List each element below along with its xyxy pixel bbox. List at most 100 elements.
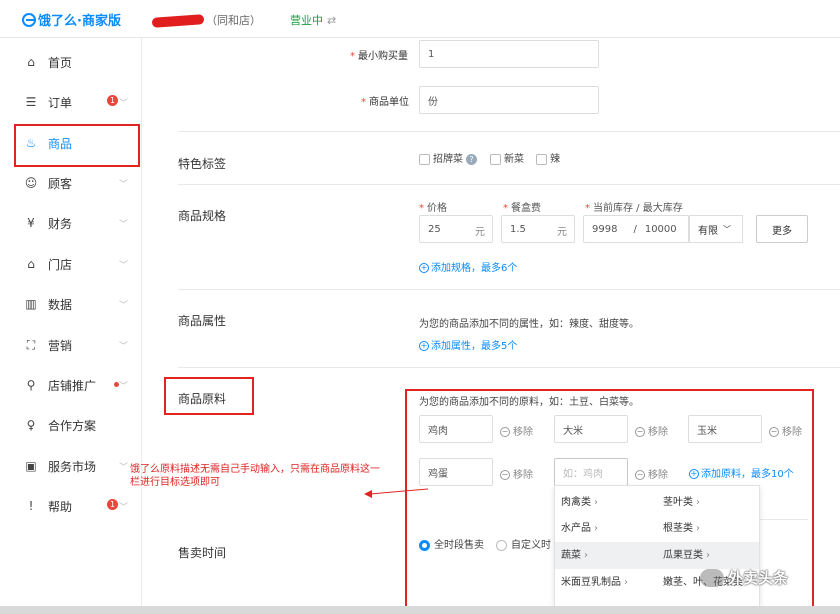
chevron-down-icon: ﹀: [118, 382, 128, 392]
remove-egg[interactable]: − 移除: [500, 466, 533, 481]
data-icon: ▥: [25, 297, 37, 311]
material-input-rice[interactable]: 大米: [554, 415, 628, 443]
minus-circle-icon: −: [635, 470, 645, 480]
sidebar-item-finance[interactable]: ¥ 财务 ﹀: [0, 203, 142, 243]
shop-name[interactable]: （同和店）: [151, 12, 261, 28]
attr-label: 商品属性: [178, 314, 227, 328]
home-icon: ⌂: [27, 55, 35, 69]
stock-input[interactable]: 9998/10000: [583, 215, 689, 243]
bottom-scrollbar[interactable]: [0, 606, 840, 614]
add-attr-link[interactable]: + 添加属性，最多5个: [419, 337, 517, 352]
chevron-down-icon: ﹀: [118, 99, 128, 109]
help-icon: !: [28, 499, 34, 513]
chevron-down-icon: ﹀: [118, 180, 128, 190]
stock-limit-select[interactable]: 有限 ﹀: [689, 215, 743, 243]
order-badge: 1: [107, 95, 118, 106]
remove-chicken[interactable]: − 移除: [500, 423, 533, 438]
sale-time-all-radio[interactable]: 全时段售卖: [419, 536, 484, 551]
radio[interactable]: [496, 539, 507, 551]
chevron-right-icon: ›: [624, 577, 628, 588]
chevron-down-icon: ﹀: [723, 224, 731, 234]
minus-circle-icon: −: [635, 427, 645, 437]
add-material-link[interactable]: + 添加原料，最多10个: [689, 465, 794, 480]
dropdown-item[interactable]: 瓜果豆类 ›: [657, 543, 710, 569]
remove-rice[interactable]: − 移除: [635, 423, 668, 438]
sidebar-item-help[interactable]: ! 帮助 1 ﹀: [0, 486, 142, 526]
chevron-down-icon: ﹀: [118, 261, 128, 271]
divider: [178, 131, 840, 132]
watermark: 外卖头条: [700, 567, 788, 588]
material-input-corn[interactable]: 玉米: [688, 415, 762, 443]
sidebar-item-data[interactable]: ▥ 数据 ﹀: [0, 284, 142, 324]
business-status[interactable]: 营业中 ⇄: [290, 12, 336, 28]
material-desc: 为您的商品添加不同的原料，如：土豆、白菜等。: [419, 397, 639, 408]
remove-corn[interactable]: − 移除: [769, 423, 802, 438]
dropdown-item[interactable]: 肉禽类 ›: [555, 490, 598, 516]
unit-input[interactable]: 份: [419, 86, 599, 114]
bulb-icon: ♀: [26, 418, 36, 432]
material-input-egg[interactable]: 鸡蛋: [419, 458, 493, 486]
checkbox[interactable]: [490, 153, 501, 165]
material-input-chicken[interactable]: 鸡肉: [419, 415, 493, 443]
tag-signature[interactable]: 招牌菜?: [419, 150, 477, 165]
finance-icon: ¥: [27, 216, 35, 230]
swap-icon[interactable]: ⇄: [327, 14, 336, 27]
divider: [178, 367, 840, 368]
divider: [178, 184, 840, 185]
price-input[interactable]: 25 元: [419, 215, 493, 243]
divider: [760, 519, 808, 520]
annotation-arrow: [364, 488, 429, 498]
chevron-down-icon: ﹀: [118, 463, 128, 473]
dropdown-item[interactable]: 根茎类 ›: [657, 516, 700, 542]
sidebar-item-promote[interactable]: ⚲ 店铺推广 ﹀: [0, 365, 142, 405]
more-button[interactable]: 更多: [756, 215, 808, 243]
material-category-dropdown[interactable]: 肉禽类› 水产品› 蔬菜› 米面豆乳制品› 茎叶类› 根茎类› 瓜果豆类› 嫩茎…: [554, 485, 760, 607]
sidebar-item-market[interactable]: ▣ 服务市场 ﹀: [0, 446, 142, 486]
help-circle-icon[interactable]: ?: [466, 153, 477, 165]
material-label: 商品原料: [178, 392, 227, 406]
add-spec-link[interactable]: + 添加规格，最多6个: [419, 259, 517, 274]
sale-time-custom-radio[interactable]: 自定义时: [496, 536, 551, 551]
chevron-right-icon: ›: [584, 550, 588, 561]
min-qty-label: * 最小购买量: [350, 51, 408, 62]
tags-label: 特色标签: [178, 157, 227, 171]
sidebar-item-marketing[interactable]: ⛶ 营销 ﹀: [0, 325, 142, 365]
tag-spicy[interactable]: 辣: [536, 150, 560, 165]
remove-new[interactable]: − 移除: [635, 466, 668, 481]
tag-new[interactable]: 新菜: [490, 150, 524, 165]
chevron-down-icon: ﹀: [118, 503, 128, 513]
box-fee-label: * 餐盒费: [503, 203, 541, 214]
minus-circle-icon: −: [500, 427, 510, 437]
box-fee-input[interactable]: 1.5 元: [501, 215, 575, 243]
top-bar: 饿了么·商家版 （同和店） 营业中 ⇄: [0, 0, 840, 38]
dropdown-item[interactable]: 米面豆乳制品 ›: [555, 570, 628, 596]
sidebar-item-cooperation[interactable]: ♀ 合作方案: [0, 405, 142, 445]
sidebar-item-store[interactable]: ⌂ 门店 ﹀: [0, 244, 142, 284]
marketing-icon: ⛶: [26, 337, 36, 352]
chevron-right-icon: ›: [594, 497, 598, 508]
dropdown-item[interactable]: 蔬菜 ›: [555, 543, 588, 569]
order-icon: ☰: [25, 95, 37, 109]
market-icon: ▣: [25, 459, 37, 473]
customer-icon: ☺: [24, 176, 38, 190]
dropdown-item[interactable]: 茎叶类 ›: [657, 490, 700, 516]
checkbox[interactable]: [419, 153, 430, 165]
stock-label: * 当前库存 / 最大库存: [585, 203, 683, 214]
sale-time-label: 售卖时间: [178, 546, 227, 560]
sidebar-item-home[interactable]: ⌂ 首页: [0, 42, 142, 82]
sidebar-item-orders[interactable]: ☰ 订单 1 ﹀: [0, 82, 142, 122]
checkbox[interactable]: [536, 153, 547, 165]
material-input-new[interactable]: 如：鸡肉: [554, 458, 628, 486]
store-icon: ⌂: [27, 257, 35, 271]
annotation-text: 饿了么原料描述无需自己手动输入，只需在商品原料这一栏进行目标选项即可: [130, 464, 380, 488]
promote-icon: ⚲: [26, 378, 36, 392]
sidebar-item-customers[interactable]: ☺ 顾客 ﹀: [0, 163, 142, 203]
divider: [178, 289, 840, 290]
min-qty-input[interactable]: 1: [419, 40, 599, 68]
dropdown-item[interactable]: 水产品 ›: [555, 516, 598, 542]
radio-selected[interactable]: [419, 539, 430, 551]
attr-desc: 为您的商品添加不同的属性，如：辣度、甜度等。: [419, 319, 639, 330]
unit-label: * 商品单位: [361, 97, 409, 108]
chevron-right-icon: ›: [594, 523, 598, 534]
logo[interactable]: 饿了么·商家版: [22, 10, 121, 29]
